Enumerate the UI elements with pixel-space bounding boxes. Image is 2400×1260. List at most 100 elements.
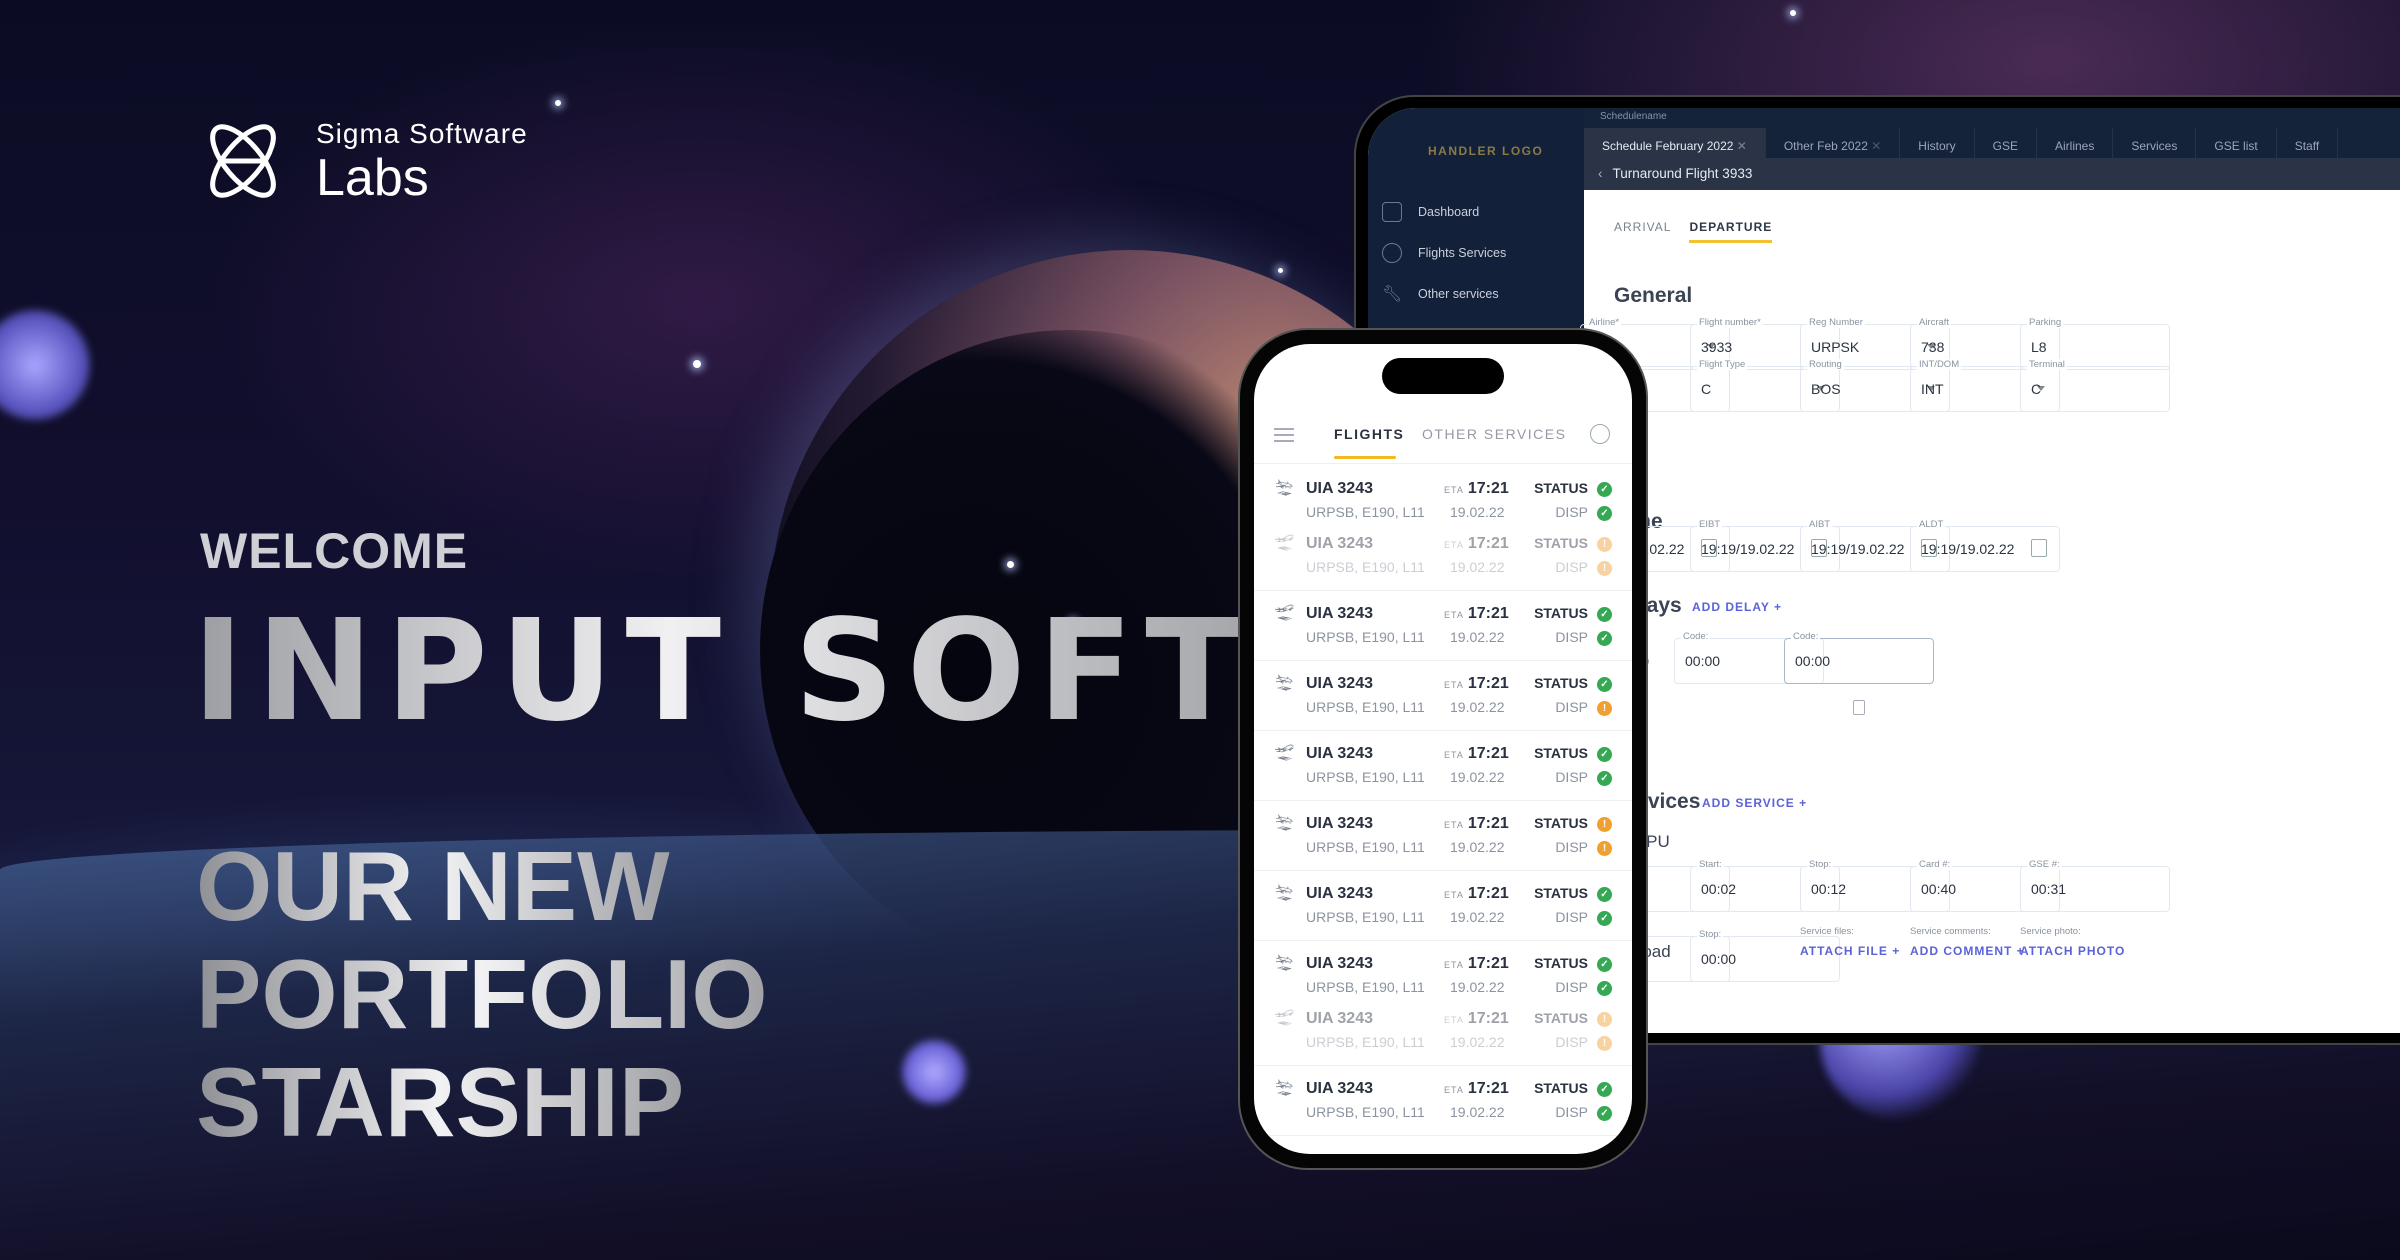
check-circle-icon: ✓ [1597,957,1612,972]
flight-row[interactable]: 🛬︎ UIA 3243 URPSB, E190, L11 ETA 17:21 19.02.… [1254,466,1632,591]
tagline-line-1: OUR NEW [196,831,670,941]
plane-departure-icon: 🛫︎ [1274,605,1295,622]
field-value: 00:40 [1921,881,1957,897]
check-circle-icon: ✓ [1597,506,1612,521]
close-icon[interactable]: ✕ [1871,139,1881,153]
flight-row[interactable]: 🛬︎ UIA 3243 URPSB, E190, L11 ETA 17:21 19.02.… [1254,941,1632,1066]
search-icon[interactable] [1590,424,1610,444]
flight-leg: 🛬︎ UIA 3243 URPSB, E190, L11 ETA 17:21 19.02.… [1254,472,1632,527]
form-field[interactable]: ALDT 19:19/19.02.22 [1910,519,2060,572]
flight-row[interactable]: 🛬︎ UIA 3243 URPSB, E190, L11 ETA 17:21 19.02.… [1254,871,1632,941]
status-label: STATUS [1534,745,1588,761]
field-value: C [1701,381,1712,397]
add-service-button[interactable]: ADD SERVICE + [1702,796,1807,810]
direction-tabs: ARRIVAL DEPARTURE [1614,220,1773,243]
aircraft-details: URPSB, E190, L11 [1306,1104,1425,1120]
form-field[interactable]: GSE #: 00:31 [2020,859,2170,912]
check-circle-icon: ✓ [1597,747,1612,762]
calendar-icon[interactable] [2031,539,2047,557]
flight-row[interactable]: 🛫︎ UIA 3243 URPSB, E190, L11 ETA 17:21 19.02.… [1254,591,1632,661]
sidebar-item-dashboard[interactable]: Dashboard [1382,202,1479,222]
field-label: GSE #: [2027,859,2062,870]
menu-icon[interactable] [1274,428,1294,442]
check-circle-icon: ✓ [1597,631,1612,646]
service-action-label: Service photo: [2020,926,2081,937]
breadcrumb-title: Turnaround Flight 3933 [1612,166,1753,181]
eta: ETA 17:21 [1444,605,1509,623]
close-icon[interactable]: ✕ [1737,139,1747,153]
sidebar-item-other-services[interactable]: 🔧︎ Other services [1382,284,1499,304]
eta-time: 17:21 [1467,535,1509,552]
tab-departure[interactable]: DEPARTURE [1689,220,1773,243]
flight-leg: 🛬︎ UIA 3243 URPSB, E190, L11 ETA 17:21 19.02.… [1254,807,1632,862]
eta-time: 17:21 [1467,1080,1509,1097]
trash-icon[interactable] [1853,700,1865,715]
disp-label: DISP [1555,769,1588,785]
warning-circle-icon: ! [1597,841,1612,856]
flight-number: UIA 3243 [1306,1080,1373,1097]
eta-label: ETA [1444,540,1464,550]
field-label: AIBT [1807,519,1833,530]
form-field[interactable]: Terminal C [2020,359,2170,412]
eta: ETA 17:21 [1444,675,1509,693]
sidebar-item-flights-services[interactable]: Flights Services [1382,243,1506,263]
eta: ETA 17:21 [1444,480,1509,498]
flight-row[interactable]: 🛬︎ UIA 3243 URPSB, E190, L11 ETA 17:21 19.02.… [1254,661,1632,731]
field-label: Card #: [1917,859,1953,870]
eta: ETA 17:21 [1444,885,1509,903]
flight-date: 19.02.22 [1450,504,1505,520]
eta: ETA 17:21 [1444,1010,1509,1028]
add-delay-button[interactable]: ADD DELAY + [1692,600,1782,614]
field-label: Code: [1791,631,1821,642]
section-general-title: General [1614,284,1693,307]
handler-logo: HANDLER LOGO [1428,144,1544,158]
warning-circle-icon: ! [1597,1036,1612,1051]
field-value: 19:19/19.02.22 [1701,541,1795,557]
eta-time: 17:21 [1467,675,1509,692]
service-action-button[interactable]: ATTACH FILE + [1800,944,1900,958]
flight-leg: 🛬︎ UIA 3243 URPSB, E190, L11 ETA 17:21 19.02.… [1254,667,1632,722]
plane-arrival-icon: 🛬︎ [1274,955,1295,972]
eta-label: ETA [1444,750,1464,760]
glow-orb [902,1040,966,1104]
tab-other-services[interactable]: OTHER SERVICES [1422,426,1566,442]
eta: ETA 17:21 [1444,815,1509,833]
status-label: STATUS [1534,1080,1588,1096]
plane-departure-icon: 🛫︎ [1274,535,1295,552]
eta-label: ETA [1444,1015,1464,1025]
disp-label: DISP [1555,1034,1588,1050]
flight-number: UIA 3243 [1306,815,1373,832]
field-label: Stop: [1697,929,1724,940]
field-value: 19:19/19.02.22 [1811,541,1905,557]
eta-label: ETA [1444,960,1464,970]
service-action-button[interactable]: ATTACH PHOTO [2020,944,2125,958]
field-value: 00:00 [1701,951,1737,967]
flight-row[interactable]: 🛫︎ UIA 3243 URPSB, E190, L11 ETA 17:21 19.02.… [1254,731,1632,801]
field-label: Flight number* [1697,317,1763,328]
status-label: STATUS [1534,675,1588,691]
status-label: STATUS [1534,815,1588,831]
field-label: ALDT [1917,519,1946,530]
schedule-label: Schedulename [1600,111,1667,122]
top-bar: Schedulename Schedule February 2022 ✕ Ot… [1584,108,2400,190]
service-action-label: Service comments: [1910,926,1991,937]
tab-label: Schedule February 2022 [1602,139,1734,153]
plane-arrival-icon: 🛬︎ [1274,480,1295,497]
service-action-button[interactable]: ADD COMMENT + [1910,944,2025,958]
flight-row[interactable]: 🛬︎ UIA 3243 URPSB, E190, L11 ETA 17:21 19.02.… [1254,801,1632,871]
form-field[interactable]: Stop: 00:00 [1690,929,1840,982]
dynamic-island [1382,358,1504,394]
delay-code-field[interactable]: Code: 00:00 [1784,631,1934,684]
back-chevron-icon[interactable]: ‹ [1598,166,1603,181]
tab-flights[interactable]: FLIGHTS [1334,426,1404,442]
field-label: Aircraft [1917,317,1952,328]
field-label: INT/DOM [1917,359,1962,370]
aircraft-details: URPSB, E190, L11 [1306,769,1425,785]
welcome-heading: WELCOME [200,523,469,579]
check-circle-icon: ✓ [1597,887,1612,902]
disp-label: DISP [1555,979,1588,995]
turnaround-form: ARRIVAL DEPARTURE General Airline*KLMFli… [1580,190,2400,1033]
tab-arrival[interactable]: ARRIVAL [1614,220,1671,243]
field-value: L8 [2031,339,2047,355]
flight-row[interactable]: 🛬︎ UIA 3243 URPSB, E190, L11 ETA 17:21 19.02.… [1254,1066,1632,1136]
